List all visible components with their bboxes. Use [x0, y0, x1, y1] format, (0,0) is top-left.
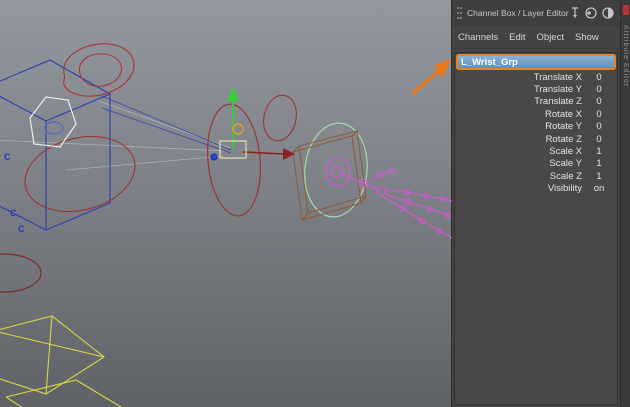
channel-value[interactable]: on	[582, 183, 616, 194]
channel-value[interactable]: 0	[582, 72, 616, 83]
channel-label[interactable]: Scale Z	[456, 171, 582, 182]
panel-title: Channel Box / Layer Editor	[467, 8, 569, 18]
pin-icon[interactable]	[569, 6, 581, 20]
channel-row: Translate X 0	[456, 71, 616, 83]
x-axis-handle[interactable]	[243, 152, 284, 154]
panel-header: Channel Box / Layer Editor	[452, 0, 620, 26]
viewport-panel[interactable]: C C C	[0, 0, 452, 407]
cluster-label[interactable]: C	[10, 208, 17, 218]
channel-row: Translate Z 0	[456, 96, 616, 108]
channel-value[interactable]: 1	[582, 146, 616, 157]
yellow-wireframe[interactable]	[0, 316, 126, 407]
channel-row: Scale Z 1	[456, 170, 616, 182]
x-axis-arrowhead[interactable]	[283, 148, 295, 160]
channel-list-empty-area[interactable]	[456, 195, 616, 403]
channel-box-panel: Channel Box / Layer Editor	[452, 0, 620, 407]
cluster-labels[interactable]: C C C	[4, 152, 25, 234]
annotation-arrow	[412, 58, 451, 94]
channel-label[interactable]: Scale X	[456, 146, 582, 157]
channel-value[interactable]: 0	[582, 84, 616, 95]
channel-value[interactable]: 0	[582, 96, 616, 107]
channel-row: Rotate Z 0	[456, 133, 616, 145]
object-name-field[interactable]: L_Wrist_Grp	[456, 54, 616, 70]
channel-value[interactable]: 1	[582, 158, 616, 169]
red-tab-icon[interactable]	[623, 5, 629, 15]
channel-value[interactable]: 1	[582, 171, 616, 182]
brown-box-control[interactable]	[293, 131, 366, 220]
viewport-canvas[interactable]: C C C	[0, 0, 452, 407]
channel-label[interactable]: Translate Y	[456, 84, 582, 95]
channel-row: Scale Y 1	[456, 158, 616, 170]
pivot-point[interactable]	[211, 154, 217, 160]
side-tab-strip: Attribute Editor	[620, 0, 630, 407]
channel-value[interactable]: 0	[582, 134, 616, 145]
small-circle-control[interactable]	[260, 92, 301, 144]
grip-dots-icon[interactable]	[456, 5, 463, 21]
skeleton-hand[interactable]	[326, 158, 452, 238]
channel-label[interactable]: Rotate Z	[456, 134, 582, 145]
channel-label[interactable]: Visibility	[456, 183, 582, 194]
half-circle-icon[interactable]	[601, 6, 615, 20]
axis-circle-handle[interactable]	[233, 124, 243, 134]
menu-channels[interactable]: Channels	[458, 32, 498, 43]
channel-value[interactable]: 0	[582, 109, 616, 120]
menu-edit[interactable]: Edit	[509, 32, 525, 43]
channel-value[interactable]: 0	[582, 121, 616, 132]
red-ellipse-control[interactable]	[17, 126, 143, 223]
channel-list: L_Wrist_Grp Translate X 0 Translate Y 0 …	[454, 52, 618, 405]
cluster-label[interactable]: C	[18, 224, 25, 234]
channel-row: Scale X 1	[456, 145, 616, 157]
channel-label[interactable]: Rotate X	[456, 109, 582, 120]
channel-label[interactable]: Translate X	[456, 72, 582, 83]
maroon-ellipse-control[interactable]	[0, 254, 41, 292]
move-manipulator[interactable]	[211, 87, 295, 160]
channel-label[interactable]: Scale Y	[456, 158, 582, 169]
menu-object[interactable]: Object	[537, 32, 564, 43]
quarter-circle-icon[interactable]	[584, 6, 598, 20]
channel-row: Rotate X 0	[456, 108, 616, 120]
channel-row: Rotate Y 0	[456, 121, 616, 133]
channel-label[interactable]: Rotate Y	[456, 121, 582, 132]
channel-label[interactable]: Translate Z	[456, 96, 582, 107]
channel-row: Translate Y 0	[456, 83, 616, 95]
channel-box-menubar: Channels Edit Object Show	[452, 26, 620, 49]
channel-row: Visibility on	[456, 183, 616, 195]
cluster-label[interactable]: C	[4, 152, 11, 162]
side-tab-attribute-editor[interactable]: Attribute Editor	[622, 25, 629, 87]
maya-window: C C C	[0, 0, 630, 407]
y-axis-arrowhead[interactable]	[227, 87, 239, 101]
menu-show[interactable]: Show	[575, 32, 599, 43]
